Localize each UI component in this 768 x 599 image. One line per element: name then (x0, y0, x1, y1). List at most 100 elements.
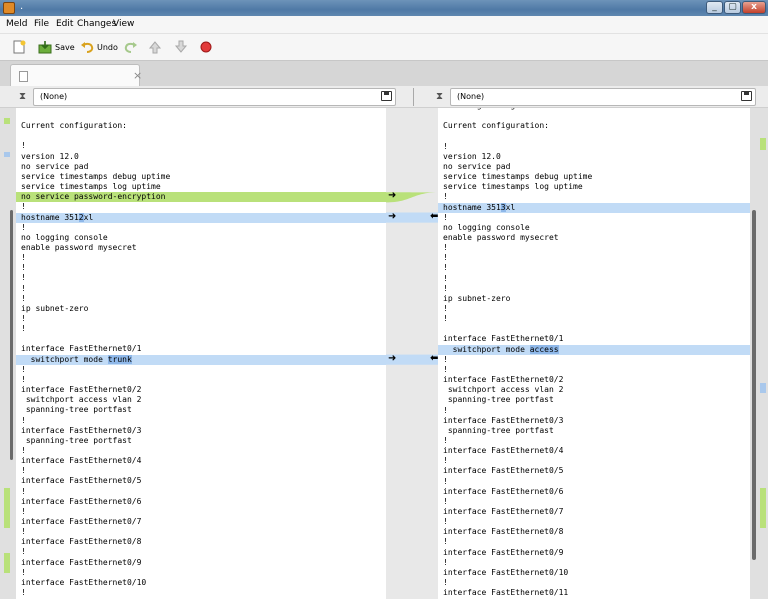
code-line[interactable]: ! (16, 253, 386, 263)
code-line[interactable]: ! (16, 375, 386, 385)
arrow-right-icon[interactable]: ➜ (388, 353, 396, 364)
code-line[interactable]: interface FastEthernet0/2 (438, 375, 750, 385)
code-line[interactable]: ! (438, 436, 750, 446)
code-line[interactable]: ! (438, 142, 750, 152)
code-line[interactable]: ! (16, 141, 386, 151)
left-scrollbar-thumb[interactable] (10, 210, 13, 460)
code-line[interactable]: interface FastEthernet0/8 (438, 527, 750, 537)
code-line[interactable]: interface FastEthernet0/2 (16, 385, 386, 395)
code-line[interactable]: ! (438, 355, 750, 365)
code-line[interactable]: service timestamps log uptime (16, 182, 386, 192)
modified-line[interactable]: switchport mode access (438, 344, 750, 355)
code-line[interactable] (438, 131, 750, 141)
code-line[interactable]: enable password mysecret (16, 243, 386, 253)
diff-link-gutter[interactable]: ➜ ➜ ⬅ ➜ ⬅ (386, 108, 438, 599)
code-line[interactable]: spanning-tree portfast (16, 436, 386, 446)
code-line[interactable]: interface FastEthernet0/7 (16, 517, 386, 527)
code-line[interactable]: ! (438, 192, 750, 202)
undo-button[interactable]: Undo (80, 38, 118, 56)
code-line[interactable]: interface FastEthernet0/9 (438, 548, 750, 558)
code-line[interactable]: ! (16, 588, 386, 598)
code-line[interactable]: service timestamps log uptime (438, 182, 750, 192)
code-line[interactable]: interface FastEthernet0/3 (16, 426, 386, 436)
code-line[interactable]: ! (16, 284, 386, 294)
code-line[interactable]: ! (438, 537, 750, 547)
code-line[interactable]: interface FastEthernet0/5 (438, 466, 750, 476)
code-line[interactable]: ! (16, 273, 386, 283)
menu-edit[interactable]: Edit (56, 19, 73, 29)
code-line[interactable]: ! (16, 568, 386, 578)
redo-button[interactable] (124, 38, 138, 56)
right-save-icon[interactable] (741, 91, 752, 101)
code-line[interactable]: interface FastEthernet0/6 (16, 497, 386, 507)
code-line[interactable] (16, 334, 386, 344)
arrow-right-icon[interactable]: ➜ (388, 191, 396, 201)
code-line[interactable]: ! (438, 314, 750, 324)
tab-close-icon[interactable]: × (133, 69, 142, 82)
code-line[interactable]: ! (16, 202, 386, 212)
code-line[interactable]: ! (438, 284, 750, 294)
code-line[interactable]: ! (438, 456, 750, 466)
right-editor-pane[interactable]: Building configuration...Current configu… (438, 108, 750, 599)
maximize-button[interactable]: ▢ (724, 1, 741, 14)
code-line[interactable]: ! (16, 263, 386, 273)
code-line[interactable]: interface FastEthernet0/10 (438, 568, 750, 578)
code-line[interactable]: no service pad (438, 162, 750, 172)
code-line[interactable]: interface FastEthernet0/4 (438, 446, 750, 456)
code-line[interactable]: ! (16, 466, 386, 476)
code-line[interactable]: version 12.0 (438, 152, 750, 162)
tab-comparison[interactable]: × (10, 64, 142, 87)
code-line[interactable]: interface FastEthernet0/3 (438, 416, 750, 426)
close-window-button[interactable]: x (742, 1, 766, 14)
code-line[interactable]: interface FastEthernet0/1 (16, 344, 386, 354)
code-line[interactable]: ! (438, 406, 750, 416)
code-line[interactable]: Current configuration: (16, 121, 386, 131)
code-line[interactable]: ! (16, 365, 386, 375)
code-line[interactable]: interface FastEthernet0/10 (16, 578, 386, 588)
code-line[interactable]: ! (438, 497, 750, 507)
code-line[interactable]: interface FastEthernet0/5 (16, 476, 386, 486)
modified-line[interactable]: switchport mode trunk (16, 354, 386, 365)
code-line[interactable]: ! (16, 294, 386, 304)
code-line[interactable]: ! (16, 547, 386, 557)
code-line[interactable]: ! (438, 253, 750, 263)
save-button[interactable]: Save (38, 38, 75, 56)
code-line[interactable]: ! (438, 365, 750, 375)
code-line[interactable]: ! (16, 416, 386, 426)
right-scrollbar-thumb[interactable] (752, 210, 756, 560)
code-line[interactable]: interface FastEthernet0/11 (438, 588, 750, 598)
code-line[interactable]: ip subnet-zero (438, 294, 750, 304)
code-line[interactable]: ! (16, 527, 386, 537)
previous-change-button[interactable] (148, 38, 162, 56)
code-line[interactable]: ! (16, 324, 386, 334)
code-line[interactable]: spanning-tree portfast (16, 405, 386, 415)
menu-file[interactable]: File (34, 19, 49, 29)
code-line[interactable]: no logging console (438, 223, 750, 233)
left-file-path[interactable]: (None) (33, 88, 396, 106)
code-line[interactable]: ! (16, 223, 386, 233)
code-line[interactable]: Current configuration: (438, 121, 750, 131)
code-line[interactable]: ! (438, 477, 750, 487)
code-line[interactable] (16, 111, 386, 121)
modified-line[interactable]: hostname 3513xl (438, 202, 750, 213)
menu-view[interactable]: View (113, 19, 134, 29)
code-line[interactable]: interface FastEthernet0/7 (438, 507, 750, 517)
code-line[interactable]: enable password mysecret (438, 233, 750, 243)
code-line[interactable]: spanning-tree portfast (438, 395, 750, 405)
left-overview-strip[interactable] (0, 108, 16, 599)
code-line[interactable]: ! (438, 558, 750, 568)
code-line[interactable]: ! (438, 304, 750, 314)
left-save-icon[interactable] (381, 91, 392, 101)
code-line[interactable] (16, 131, 386, 141)
new-comparison-button[interactable] (12, 38, 26, 56)
code-line[interactable]: ! (16, 314, 386, 324)
code-line[interactable]: switchport access vlan 2 (438, 385, 750, 395)
code-line[interactable]: spanning-tree portfast (438, 426, 750, 436)
modified-line[interactable]: hostname 3512xl (16, 212, 386, 223)
code-line[interactable]: interface FastEthernet0/9 (16, 558, 386, 568)
code-line[interactable]: ! (438, 578, 750, 588)
code-line[interactable]: version 12.0 (16, 152, 386, 162)
code-line[interactable]: interface FastEthernet0/8 (16, 537, 386, 547)
left-editor-pane[interactable]: Current configuration:! version 12.0 no se… (16, 108, 386, 599)
code-line[interactable]: interface FastEthernet0/1 (438, 334, 750, 344)
